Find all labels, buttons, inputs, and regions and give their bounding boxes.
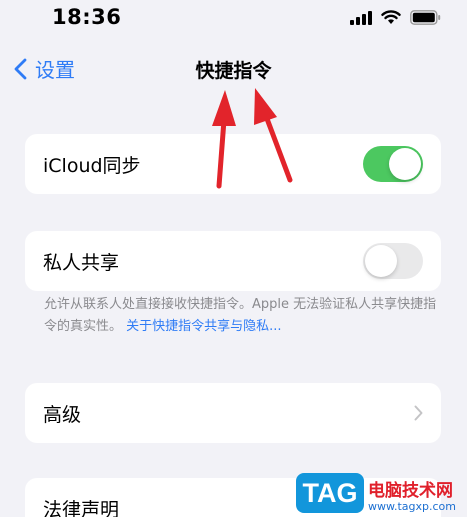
- watermark-site-name: 电脑技术网: [368, 481, 453, 501]
- watermark: TAG 电脑技术网 www.tagxp.com: [296, 468, 467, 517]
- icloud-sync-group: iCloud同步: [25, 134, 441, 194]
- status-icons: [350, 10, 441, 25]
- watermark-url: www.tagxp.com: [368, 500, 456, 513]
- legal-label: 法律声明: [43, 498, 120, 517]
- private-sharing-toggle[interactable]: [363, 243, 423, 279]
- status-time: 18:36: [52, 5, 122, 29]
- wifi-icon: [381, 10, 401, 25]
- advanced-group: 高级: [25, 383, 441, 443]
- tag-logo: TAG: [296, 473, 364, 513]
- privacy-link[interactable]: 关于快捷指令共享与隐私...: [126, 319, 281, 334]
- status-bar: 18:36: [0, 0, 467, 38]
- icloud-sync-row: iCloud同步: [25, 134, 441, 194]
- private-sharing-group: 私人共享: [25, 231, 441, 291]
- private-sharing-row: 私人共享: [25, 231, 441, 291]
- nav-bar: 设置 快捷指令: [0, 48, 467, 92]
- signal-icon: [350, 10, 372, 25]
- icloud-sync-label: iCloud同步: [43, 154, 141, 177]
- private-sharing-footnote: 允许从联系人处直接接收快捷指令。Apple 无法验证私人共享快捷指令的真实性。 …: [44, 294, 444, 338]
- toggle-knob: [365, 245, 397, 277]
- battery-icon: [410, 10, 441, 25]
- advanced-row[interactable]: 高级: [25, 383, 441, 443]
- toggle-knob: [389, 148, 421, 180]
- icloud-sync-toggle[interactable]: [363, 146, 423, 182]
- page-title: 快捷指令: [195, 60, 272, 82]
- advanced-label: 高级: [43, 403, 82, 426]
- private-sharing-label: 私人共享: [43, 251, 120, 274]
- chevron-right-icon: [414, 405, 423, 421]
